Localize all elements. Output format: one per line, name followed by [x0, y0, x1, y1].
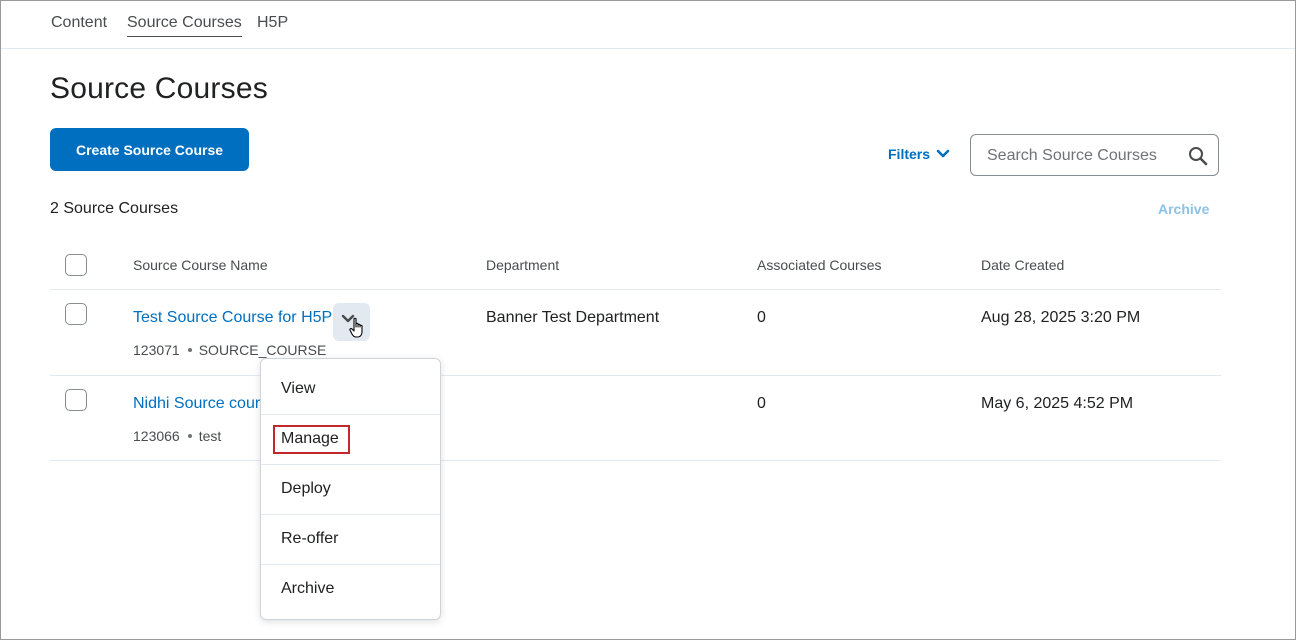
course-type: SOURCE_COURSE — [198, 342, 327, 358]
course-meta: 123071 SOURCE_COURSE — [133, 342, 326, 358]
separator-dot — [187, 347, 192, 352]
create-source-course-button[interactable]: Create Source Course — [50, 128, 249, 171]
course-code: 123071 — [133, 342, 180, 358]
filters-button[interactable]: Filters — [888, 146, 950, 162]
search-input[interactable] — [985, 144, 1179, 168]
associated-courses-cell: 0 — [757, 395, 766, 412]
date-created-cell: Aug 28, 2025 3:20 PM — [981, 309, 1141, 326]
column-header-date-created[interactable]: Date Created — [981, 257, 1064, 273]
menu-item-deploy[interactable]: Deploy — [261, 459, 440, 509]
chevron-down-icon — [936, 149, 950, 158]
top-navigation: Content Source Courses H5P — [1, 1, 1295, 49]
menu-item-re-offer[interactable]: Re-offer — [261, 509, 440, 559]
column-header-department[interactable]: Department — [486, 257, 559, 273]
date-created-cell: May 6, 2025 4:52 PM — [981, 395, 1134, 412]
filters-label: Filters — [888, 146, 931, 162]
row-checkbox[interactable] — [65, 303, 87, 325]
tab-source-courses[interactable]: Source Courses — [127, 14, 242, 37]
tab-h5p[interactable]: H5P — [257, 14, 288, 36]
department-cell: Banner Test Department — [486, 309, 660, 326]
row-checkbox[interactable] — [65, 389, 87, 411]
highlight-box — [273, 425, 350, 454]
course-meta: 123066 test — [133, 428, 221, 444]
separator-dot — [187, 433, 192, 438]
archive-button[interactable]: Archive — [1158, 201, 1209, 217]
course-name-link[interactable]: Nidhi Source cour — [133, 395, 260, 413]
divider — [50, 460, 1221, 461]
row-actions-menu-button[interactable] — [333, 303, 370, 341]
row-actions-dropdown: View Manage Deploy Re-offer Archive — [260, 358, 441, 620]
divider — [50, 289, 1221, 290]
menu-item-view[interactable]: View — [261, 359, 440, 409]
search-icon[interactable] — [1188, 146, 1208, 166]
search-box — [970, 134, 1219, 176]
result-count: 2 Source Courses — [50, 200, 179, 217]
associated-courses-cell: 0 — [757, 309, 766, 326]
column-header-associated-courses[interactable]: Associated Courses — [757, 257, 882, 273]
select-all-checkbox[interactable] — [65, 254, 87, 276]
hand-cursor-icon — [349, 317, 363, 338]
page-title: Source Courses — [50, 72, 268, 105]
tab-content[interactable]: Content — [51, 14, 107, 36]
course-code: 123066 — [133, 428, 180, 444]
course-type: test — [198, 428, 222, 444]
column-header-name[interactable]: Source Course Name — [133, 257, 268, 273]
menu-item-archive[interactable]: Archive — [261, 559, 440, 609]
course-name-link[interactable]: Test Source Course for H5P — [133, 309, 332, 327]
divider — [50, 375, 1221, 376]
